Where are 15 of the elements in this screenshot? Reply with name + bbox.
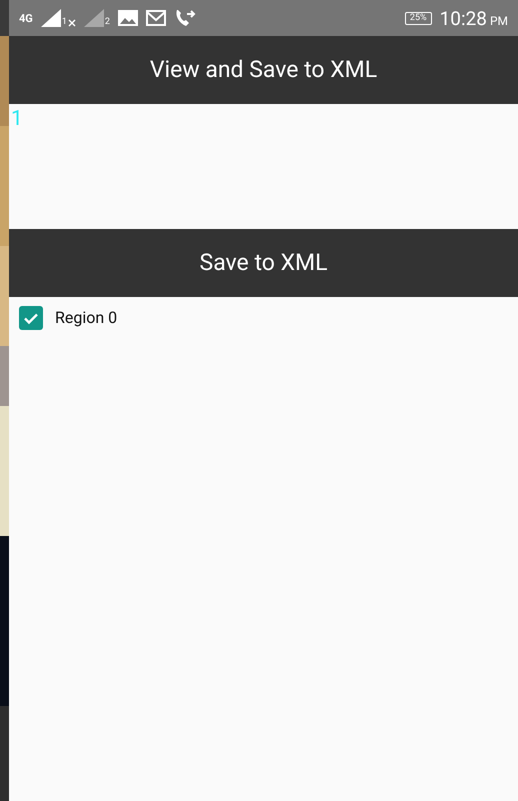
count-text: 1 [11, 107, 23, 131]
phone-forward-icon [174, 9, 196, 27]
save-button[interactable]: Save to XML [9, 229, 518, 297]
clock-meridiem: PM [490, 14, 508, 26]
network-type: 4G [19, 12, 33, 24]
sim-label: 1 [62, 18, 67, 27]
image-icon [118, 10, 138, 26]
app-title: View and Save to XML [150, 54, 378, 85]
battery-level: 25% [404, 12, 432, 24]
checkbox-label: Region 0 [55, 307, 118, 329]
checkbox[interactable] [19, 306, 43, 330]
close-icon [68, 19, 76, 27]
mail-icon [146, 10, 166, 26]
sim-label: 2 [104, 18, 110, 27]
clock-time: 10:28 [440, 8, 487, 28]
